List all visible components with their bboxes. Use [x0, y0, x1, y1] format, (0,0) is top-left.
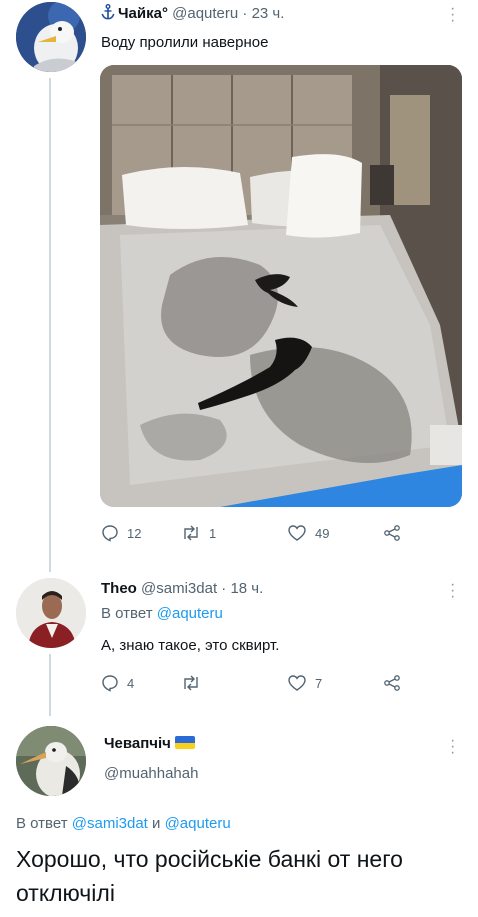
author-handle-line: @muahhahah	[104, 765, 198, 782]
share-icon	[384, 675, 400, 691]
avatar[interactable]	[16, 726, 86, 796]
retweet-button[interactable]	[181, 674, 287, 692]
thread-line	[49, 654, 51, 716]
reply-and: и	[152, 815, 161, 832]
timestamp[interactable]: 18 ч.	[230, 580, 263, 597]
like-button[interactable]: 7	[287, 674, 383, 692]
tweet-text: Воду пролили наверное	[101, 34, 269, 51]
anchor-icon	[101, 4, 115, 20]
more-options-icon[interactable]: · · ·	[450, 577, 455, 605]
tweet-text: А, знаю такое, это сквирт.	[101, 637, 280, 654]
author-name[interactable]: Theo	[101, 580, 137, 597]
heart-icon	[288, 675, 306, 691]
author-handle[interactable]: @sami3dat	[141, 580, 217, 597]
reply-count: 4	[127, 675, 135, 691]
reply-count: 12	[127, 525, 142, 541]
author-name[interactable]: Чевапчіч	[104, 735, 171, 752]
retweet-count: 1	[209, 525, 217, 541]
separator-dot: ·	[242, 5, 248, 22]
tweet-header: Theo @sami3dat · 18 ч.	[101, 580, 263, 597]
thread-line	[49, 78, 51, 572]
more-options-icon[interactable]: · · ·	[450, 733, 455, 761]
reply-context: В ответ @aquteru	[101, 605, 223, 622]
tweet-header: Чайка° @aquteru · 23 ч.	[101, 4, 284, 22]
share-button[interactable]	[383, 674, 401, 692]
share-icon	[384, 525, 400, 541]
tweet-text: Хорошо, что російськіе банкі от него отк…	[16, 846, 403, 906]
author-handle[interactable]: @aquteru	[172, 5, 238, 22]
like-count: 7	[315, 675, 323, 691]
reply-prefix: В ответ	[101, 605, 153, 622]
bed-photo[interactable]	[100, 65, 462, 507]
like-count: 49	[315, 525, 330, 541]
reply-prefix: В ответ	[16, 815, 68, 832]
tweet-header: Чевапчіч	[104, 735, 195, 752]
reply-button[interactable]: 4	[101, 674, 181, 692]
retweet-button[interactable]: 1	[181, 524, 287, 542]
author-name[interactable]: Чайка°	[118, 5, 168, 22]
more-options-icon[interactable]: · · ·	[450, 1, 455, 29]
retweet-icon	[184, 675, 198, 691]
ukraine-flag-icon	[174, 736, 195, 749]
heart-icon	[288, 525, 306, 541]
reply-button[interactable]: 12	[101, 524, 181, 542]
reply-context: В ответ @sami3dat и @aquteru	[16, 815, 231, 832]
reply-icon	[102, 675, 118, 692]
share-button[interactable]	[383, 524, 401, 542]
timestamp[interactable]: 23 ч.	[252, 5, 285, 22]
retweet-icon	[184, 525, 198, 541]
reply-icon	[102, 525, 118, 542]
reply-to-link[interactable]: @aquteru	[165, 815, 231, 832]
tweet-actions: 4 7	[101, 674, 421, 692]
author-handle[interactable]: @muahhahah	[104, 765, 198, 782]
avatar[interactable]	[16, 578, 86, 648]
reply-to-link[interactable]: @aquteru	[157, 605, 223, 622]
reply-to-link[interactable]: @sami3dat	[72, 815, 148, 832]
separator-dot: ·	[221, 580, 227, 597]
avatar[interactable]	[16, 2, 86, 72]
tweet-actions: 12 1 49	[101, 524, 421, 542]
like-button[interactable]: 49	[287, 524, 383, 542]
